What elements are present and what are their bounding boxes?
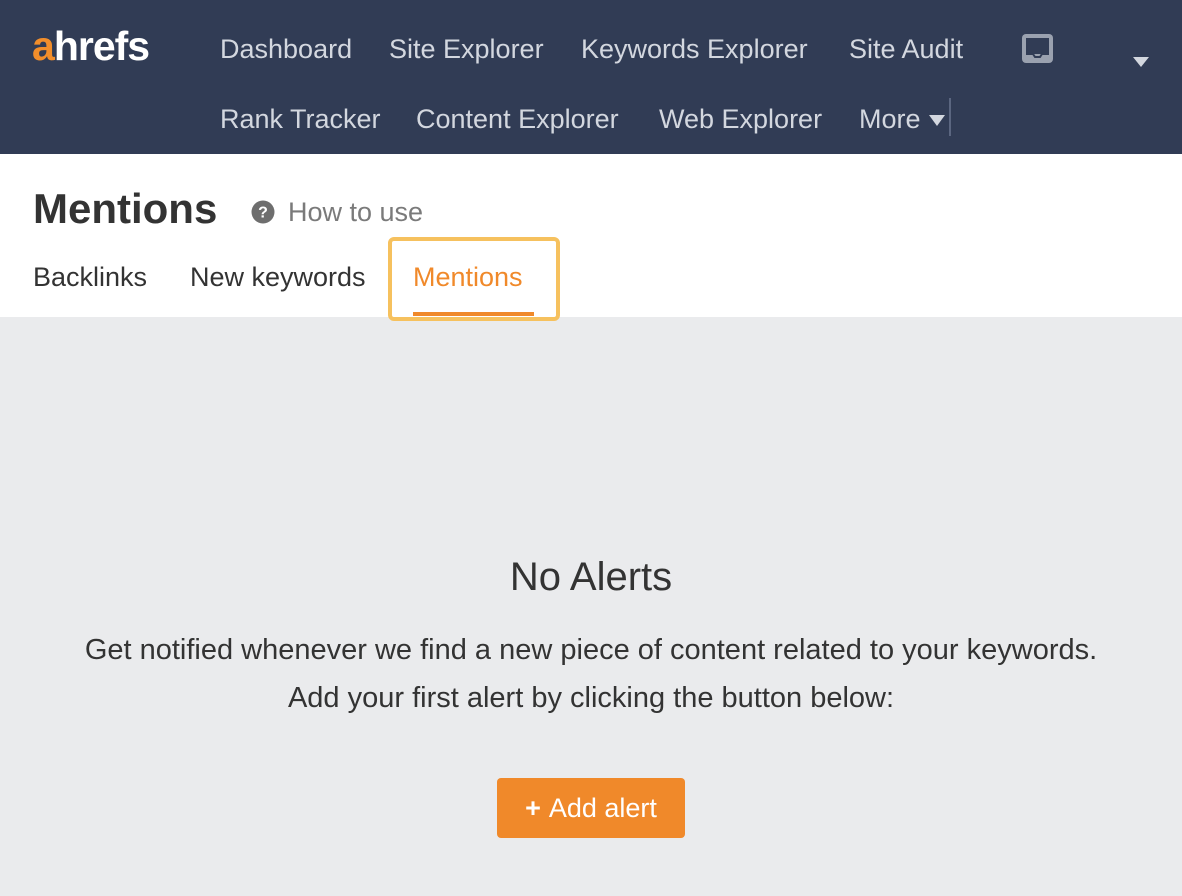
nav-site-explorer[interactable]: Site Explorer [389,33,544,65]
nav-more-label: More [859,104,921,134]
plus-icon: + [525,793,541,823]
chevron-down-icon[interactable] [1133,57,1149,67]
tab-mentions[interactable]: Mentions [413,261,523,293]
tab-new-keywords[interactable]: New keywords [190,261,366,293]
page-header [0,154,1182,317]
logo-accent-letter: a [32,23,55,69]
top-navigation-bar: ahrefs Dashboard Site Explorer Keywords … [0,0,1182,154]
nav-content-explorer[interactable]: Content Explorer [416,103,619,135]
nav-keywords-explorer[interactable]: Keywords Explorer [581,33,808,65]
logo-text: hrefs [53,23,150,69]
add-alert-button[interactable]: + Add alert [497,778,685,838]
empty-state-instruction: Add your first alert by clicking the but… [287,682,895,714]
nav-site-audit[interactable]: Site Audit [849,33,963,65]
svg-text:?: ? [258,205,268,222]
tab-backlinks[interactable]: Backlinks [33,261,147,293]
empty-state-title: No Alerts [509,555,673,599]
nav-web-explorer[interactable]: Web Explorer [659,103,822,135]
nav-more-menu[interactable]: More [859,103,945,135]
question-circle-icon[interactable]: ? [251,200,275,224]
empty-state-description: Get notified whenever we find a new piec… [84,634,1098,666]
active-tab-underline [413,312,534,316]
page-title: Mentions [33,185,218,232]
add-alert-label: Add alert [548,793,657,823]
nav-rank-tracker[interactable]: Rank Tracker [220,103,381,135]
ahrefs-logo[interactable]: ahrefs [32,22,150,70]
nav-divider [949,98,951,136]
inbox-icon[interactable] [1021,33,1054,64]
how-to-use-link[interactable]: How to use [288,196,423,228]
caret-down-icon [928,115,945,127]
nav-dashboard[interactable]: Dashboard [220,33,352,65]
